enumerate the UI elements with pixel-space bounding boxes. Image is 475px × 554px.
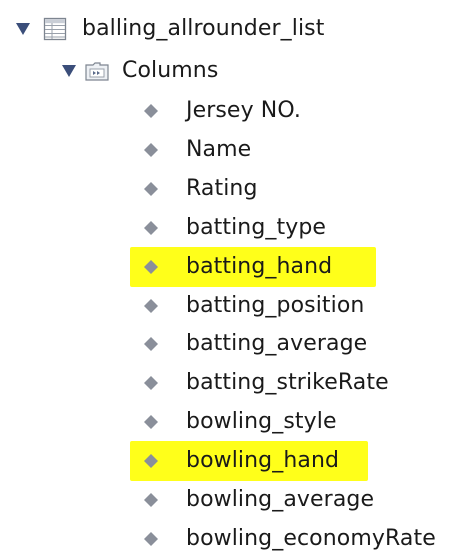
column-item[interactable]: batting_average — [142, 327, 367, 361]
folder-icon — [84, 58, 110, 84]
tree-node-table[interactable]: balling_allrounder_list — [14, 12, 324, 46]
column-name[interactable]: bowling_average — [186, 483, 374, 517]
column-item[interactable]: Name — [142, 133, 251, 167]
column-item[interactable]: Jersey NO. — [142, 94, 301, 128]
column-name[interactable]: bowling_hand — [186, 444, 339, 478]
column-diamond-icon — [142, 491, 160, 509]
column-item[interactable]: batting_position — [142, 289, 364, 323]
folder-name[interactable]: Columns — [122, 54, 218, 88]
column-name[interactable]: Rating — [186, 172, 258, 206]
column-item[interactable]: bowling_style — [142, 405, 337, 439]
column-diamond-icon — [142, 297, 160, 315]
column-item[interactable]: batting_type — [142, 211, 326, 245]
column-item[interactable]: batting_strikeRate — [142, 366, 389, 400]
table-icon — [42, 16, 68, 42]
column-diamond-icon — [142, 530, 160, 548]
column-diamond-icon — [142, 452, 160, 470]
column-name[interactable]: batting_strikeRate — [186, 366, 389, 400]
column-name[interactable]: batting_average — [186, 327, 367, 361]
column-diamond-icon — [142, 219, 160, 237]
column-item[interactable]: bowling_average — [142, 483, 374, 517]
column-item[interactable]: bowling_economyRate — [142, 522, 436, 554]
column-name[interactable]: Jersey NO. — [186, 94, 301, 128]
column-diamond-icon — [142, 258, 160, 276]
column-diamond-icon — [142, 180, 160, 198]
column-diamond-icon — [142, 413, 160, 431]
expand-arrow-icon[interactable] — [60, 62, 78, 80]
column-item[interactable]: Rating — [142, 172, 258, 206]
table-name[interactable]: balling_allrounder_list — [82, 12, 324, 46]
column-item[interactable]: batting_hand — [142, 250, 332, 284]
column-name[interactable]: batting_position — [186, 289, 364, 323]
column-name[interactable]: batting_type — [186, 211, 326, 245]
column-name[interactable]: bowling_economyRate — [186, 522, 436, 554]
column-item[interactable]: bowling_hand — [142, 444, 339, 478]
column-name[interactable]: bowling_style — [186, 405, 337, 439]
column-diamond-icon — [142, 102, 160, 120]
expand-arrow-icon[interactable] — [14, 20, 32, 38]
column-name[interactable]: batting_hand — [186, 250, 332, 284]
tree-node-columns-folder[interactable]: Columns — [60, 54, 218, 88]
column-diamond-icon — [142, 141, 160, 159]
column-diamond-icon — [142, 335, 160, 353]
column-name[interactable]: Name — [186, 133, 251, 167]
column-diamond-icon — [142, 374, 160, 392]
